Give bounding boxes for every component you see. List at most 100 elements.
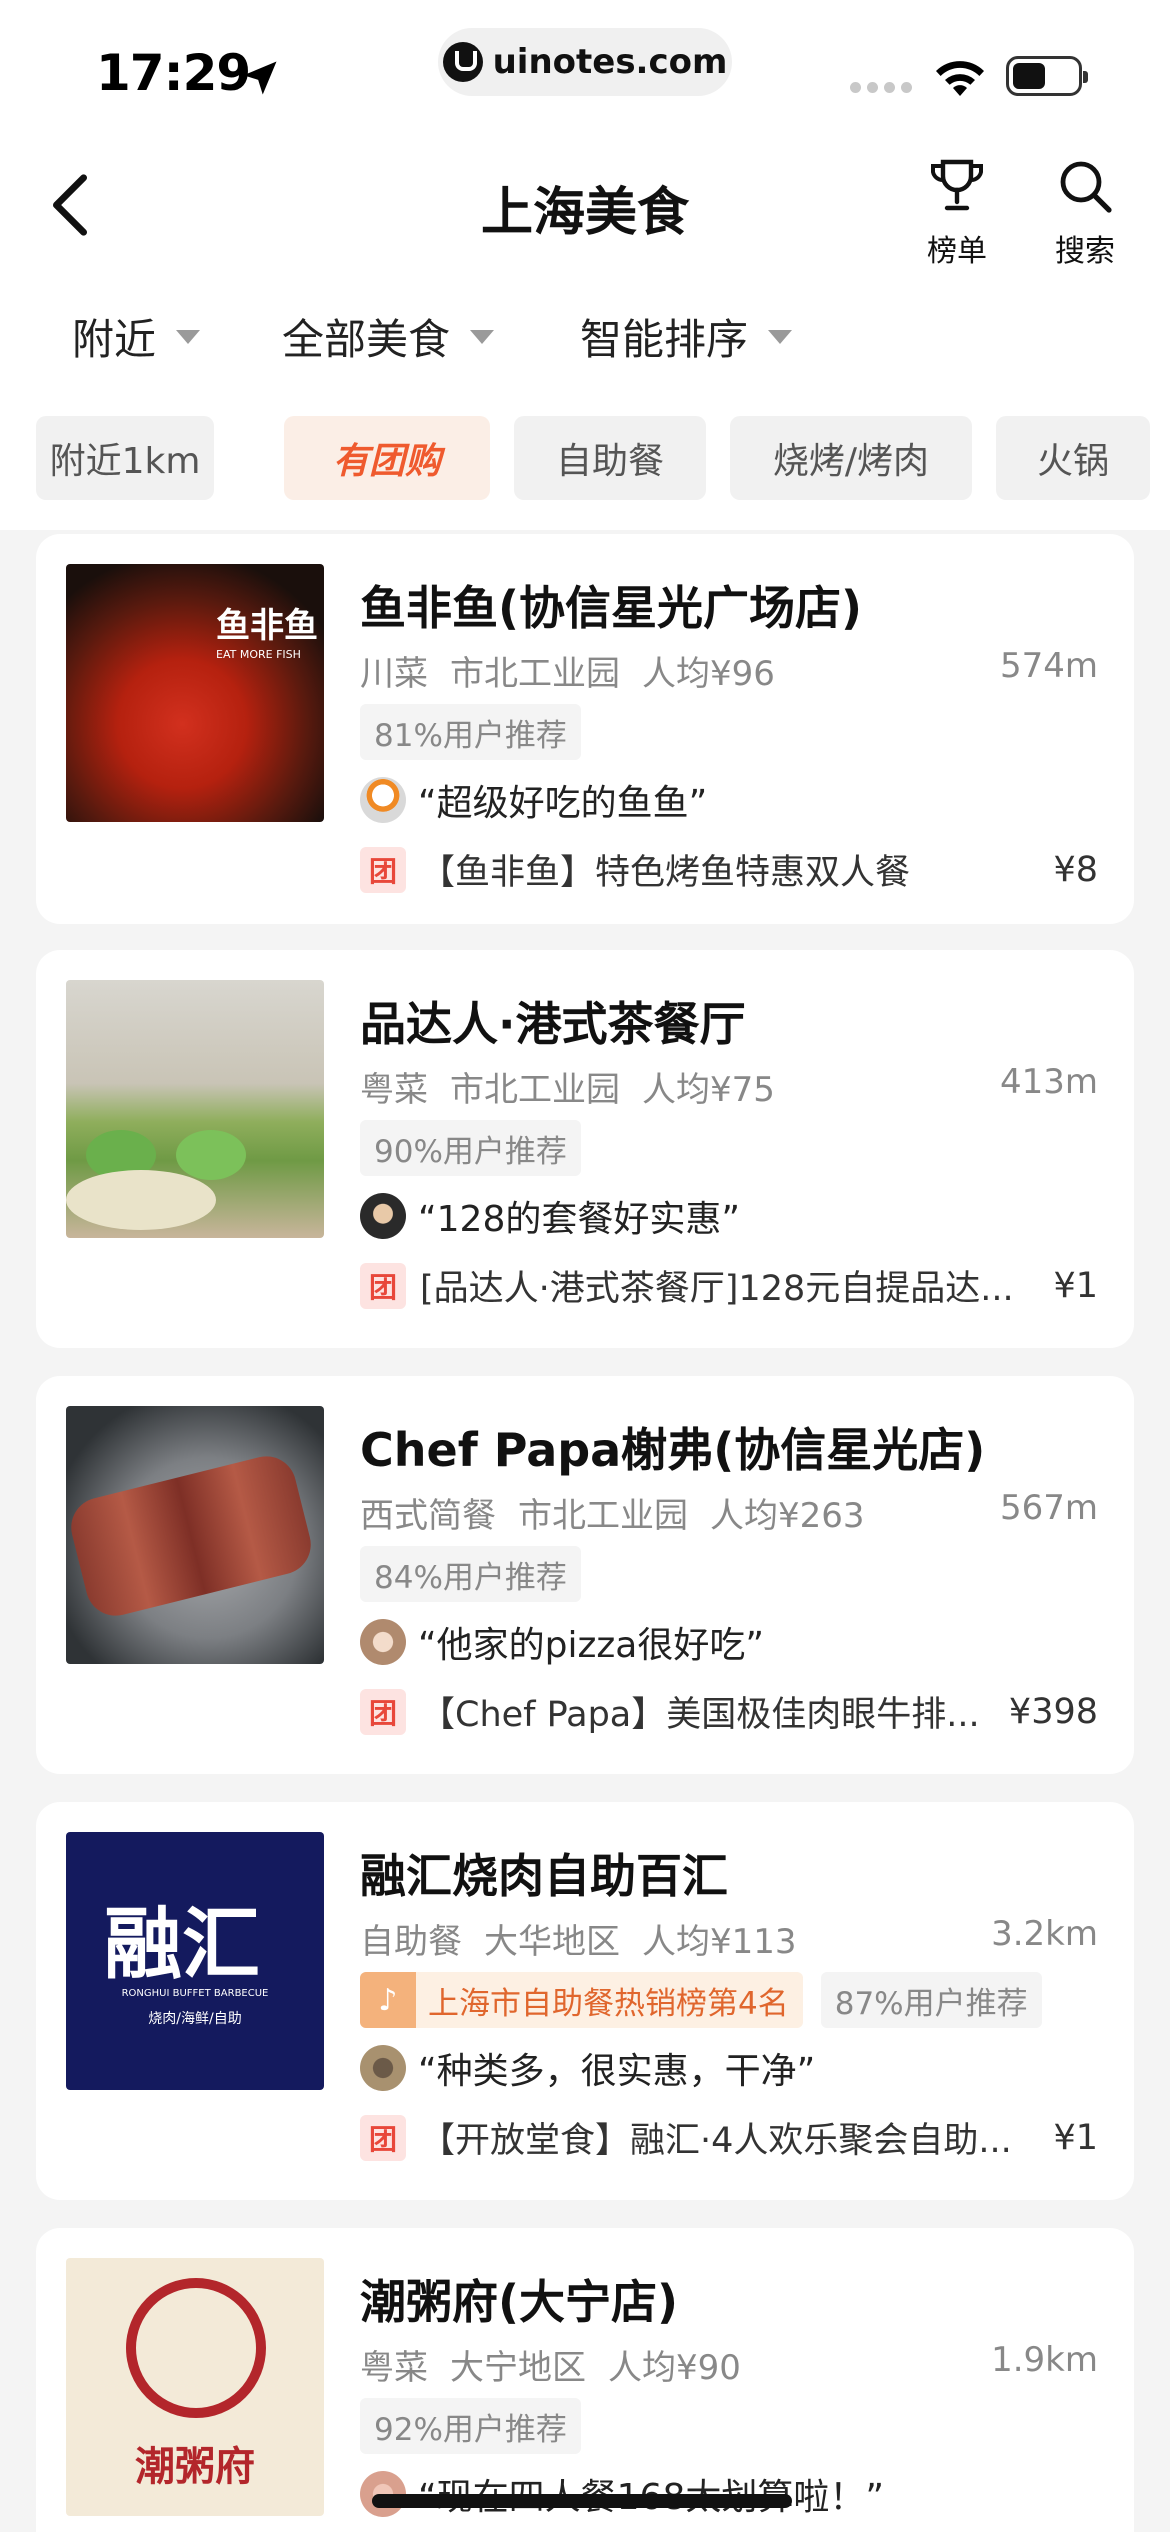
restaurant-name: 融汇烧肉自助百汇 <box>360 1849 728 1903</box>
deal-price: ¥8 <box>1053 849 1098 890</box>
search-button[interactable]: 搜索 <box>1040 156 1130 270</box>
restaurant-distance: 413m <box>999 1062 1098 1102</box>
restaurant-name: 潮粥府(大宁店) <box>360 2275 679 2329</box>
chip-buffet[interactable]: 自助餐 <box>514 416 706 500</box>
review-text: “128的套餐好实惠” <box>418 1199 741 1240</box>
restaurant-meta: 粤菜 大宁地区 人均¥90 <box>360 2348 741 2388</box>
rank-tag-text: 上海市自助餐热销榜第4名 <box>428 1985 789 2022</box>
logo-text: 鱼非鱼 <box>216 606 318 646</box>
review-row: “种类多，很实惠，干净” <box>360 2042 815 2094</box>
chip-nearby-1km[interactable]: 附近1km <box>36 416 214 500</box>
trophy-icon <box>931 159 983 211</box>
deal-row[interactable]: 团 【鱼非鱼】特色烤鱼特惠双人餐 ¥8 <box>360 844 1098 895</box>
deal-row[interactable]: 团 【Chef Papa】美国极佳肉眼牛排... ¥398 <box>360 1686 1098 1737</box>
restaurant-card[interactable]: 鱼非鱼 EAT MORE FISH 鱼非鱼(协信星光广场店) 川菜 市北工业园 人均… <box>36 534 1134 924</box>
avatar <box>360 1619 406 1665</box>
restaurant-image: 鱼非鱼 EAT MORE FISH <box>66 564 324 822</box>
review-text: “超级好吃的鱼鱼” <box>418 783 708 824</box>
tags-row: ♪ 上海市自助餐热销榜第4名 87%用户推荐 <box>360 1972 1042 2028</box>
filter-label: 智能排序 <box>580 315 749 364</box>
restaurant-distance: 574m <box>999 646 1098 686</box>
restaurant-name: 鱼非鱼(协信星光广场店) <box>360 581 863 635</box>
filter-nearby[interactable]: 附近 <box>72 306 201 367</box>
avatar <box>360 777 406 823</box>
logo-subtitle-cn: 烧肉/海鲜/自助 <box>148 2011 242 2027</box>
tags-row: 81%用户推荐 <box>360 704 581 760</box>
search-icon <box>1060 161 1112 213</box>
deal-price: ¥398 <box>1008 1691 1098 1732</box>
logo-text: 融汇 <box>104 1899 261 1990</box>
cellular-signal-icon <box>850 82 912 93</box>
deal-price: ¥1 <box>1053 2117 1098 2158</box>
rank-button[interactable]: 榜单 <box>912 156 1002 270</box>
restaurant-distance: 3.2km <box>991 1914 1098 1954</box>
review-row: “超级好吃的鱼鱼” <box>360 774 707 826</box>
restaurant-image: 潮粥府 <box>66 2258 324 2516</box>
deal-price: ¥1 <box>1053 1265 1098 1306</box>
wifi-icon <box>936 61 984 96</box>
deal-row[interactable]: 团 【开放堂食】融汇·4人欢乐聚会自助... ¥1 <box>360 2112 1098 2163</box>
chevron-down-icon <box>176 329 201 344</box>
restaurant-distance: 1.9km <box>991 2340 1098 2380</box>
restaurant-card[interactable]: 品达人·港式茶餐厅 粤菜 市北工业园 人均¥75 413m 90%用户推荐 “128… <box>36 950 1134 1348</box>
tags-row: 84%用户推荐 <box>360 1546 581 1602</box>
recommend-tag: 81%用户推荐 <box>360 704 581 760</box>
deal-text: [品达人·港式茶餐厅]128元自提品达... <box>420 1269 1014 1309</box>
recommend-tag: 87%用户推荐 <box>820 1972 1042 2028</box>
filter-sort[interactable]: 智能排序 <box>580 306 793 367</box>
restaurant-card[interactable]: Chef Papa榭弗(协信星光店) 西式简餐 市北工业园 人均¥263 567m … <box>36 1376 1134 1774</box>
chevron-down-icon <box>768 329 793 344</box>
logo-subtitle: RONGHUI BUFFET BARBECUE <box>121 1988 269 1999</box>
filter-label: 全部美食 <box>282 315 451 364</box>
chip-group-buy[interactable]: 有团购 <box>284 416 490 500</box>
review-text: “他家的pizza很好吃” <box>418 1625 765 1666</box>
group-buy-icon: 团 <box>360 846 406 893</box>
site-logo-icon <box>442 42 483 82</box>
group-buy-icon: 团 <box>360 1688 406 1735</box>
logo-subtitle: EAT MORE FISH <box>216 648 301 661</box>
restaurant-image <box>66 1406 324 1664</box>
chip-bbq[interactable]: 烧烤/烤肉 <box>730 416 972 500</box>
restaurant-image <box>66 980 324 1238</box>
avatar <box>360 1193 406 1239</box>
restaurant-meta: 西式简餐 市北工业园 人均¥263 <box>360 1496 865 1536</box>
status-time: 17:29 <box>96 44 251 102</box>
filter-category[interactable]: 全部美食 <box>282 306 495 367</box>
restaurant-name: 品达人·港式茶餐厅 <box>360 997 746 1051</box>
chevron-down-icon <box>470 329 495 344</box>
review-row: “他家的pizza很好吃” <box>360 1616 764 1668</box>
search-label: 搜索 <box>1055 234 1115 269</box>
recommend-tag: 92%用户推荐 <box>360 2398 581 2454</box>
restaurant-image: 融汇 RONGHUI BUFFET BARBECUE 烧肉/海鲜/自助 <box>66 1832 324 2090</box>
home-indicator <box>372 2494 792 2508</box>
restaurant-meta: 自助餐 大华地区 人均¥113 <box>360 1922 797 1962</box>
deal-row[interactable]: 团 [品达人·港式茶餐厅]128元自提品达... ¥1 <box>360 1260 1098 1311</box>
restaurant-distance: 567m <box>999 1488 1098 1528</box>
rank-tag[interactable]: ♪ 上海市自助餐热销榜第4名 <box>360 1972 803 2028</box>
restaurant-card[interactable]: 融汇 RONGHUI BUFFET BARBECUE 烧肉/海鲜/自助 融汇烧肉… <box>36 1802 1134 2200</box>
group-buy-icon: 团 <box>360 1262 406 1309</box>
restaurant-name: Chef Papa榭弗(协信星光店) <box>360 1423 986 1477</box>
recommend-tag: 84%用户推荐 <box>360 1546 581 1602</box>
review-row: “128的套餐好实惠” <box>360 1190 740 1242</box>
deal-text: 【Chef Papa】美国极佳肉眼牛排... <box>420 1695 980 1735</box>
battery-icon <box>1006 56 1088 96</box>
deal-text: 【鱼非鱼】特色烤鱼特惠双人餐 <box>420 853 911 893</box>
restaurant-card[interactable]: 潮粥府 潮粥府(大宁店) 粤菜大宁地区人均¥90 1.9km 92%用户推荐 “… <box>36 2228 1134 2532</box>
restaurant-meta: 粤菜 市北工业园 人均¥75 <box>360 1070 775 1110</box>
rank-label: 榜单 <box>927 234 987 269</box>
review-text: “种类多，很实惠，干净” <box>418 2051 816 2092</box>
chip-hotpot[interactable]: 火锅 <box>996 416 1150 500</box>
restaurant-meta: 川菜 市北工业园 人均¥96 <box>360 654 775 694</box>
tags-row: 92%用户推荐 <box>360 2398 581 2454</box>
tags-row: 90%用户推荐 <box>360 1120 581 1176</box>
url-text: uinotes.com <box>492 42 728 82</box>
group-buy-icon: 团 <box>360 2114 406 2161</box>
filter-label: 附近 <box>72 315 157 364</box>
avatar <box>360 2045 406 2091</box>
url-pill[interactable]: uinotes.com <box>438 28 732 96</box>
douyin-icon: ♪ <box>360 1972 416 2028</box>
recommend-tag: 90%用户推荐 <box>360 1120 581 1176</box>
deal-text: 【开放堂食】融汇·4人欢乐聚会自助... <box>420 2121 1012 2161</box>
logo-text: 潮粥府 <box>135 2444 255 2490</box>
